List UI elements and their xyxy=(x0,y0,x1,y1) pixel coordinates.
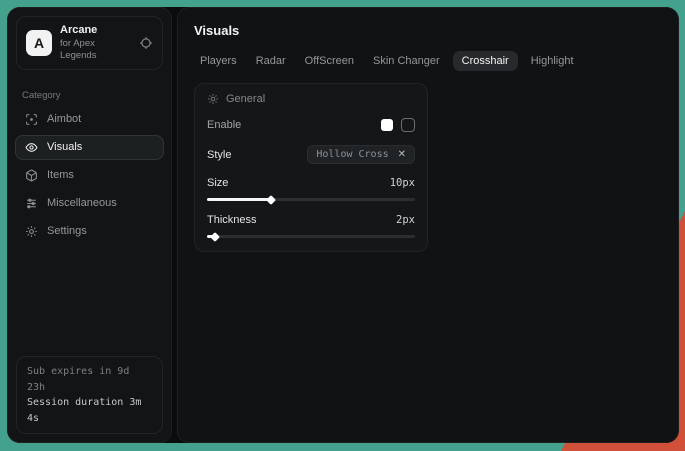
main-content: Visuals Players Radar OffScreen Skin Cha… xyxy=(177,7,679,443)
enable-label: Enable xyxy=(207,119,241,131)
thickness-value: 2px xyxy=(396,214,415,226)
size-value: 10px xyxy=(390,177,415,189)
brand-header: A Arcane for Apex Legends xyxy=(16,16,163,70)
size-slider[interactable] xyxy=(207,198,415,201)
aimbot-scan-icon xyxy=(25,113,38,126)
sidebar-item-miscellaneous[interactable]: Miscellaneous xyxy=(15,191,164,216)
style-selected-value: Hollow Cross xyxy=(316,149,388,160)
subscription-info: Sub expires in 9d 23h Session duration 3… xyxy=(16,356,163,434)
clear-style-icon[interactable]: ✕ xyxy=(398,150,406,160)
thickness-slider-thumb[interactable] xyxy=(210,232,220,242)
brand-logo: A xyxy=(26,30,52,56)
eye-icon xyxy=(25,141,38,154)
brand-subtitle: for Apex Legends xyxy=(60,38,131,62)
style-label: Style xyxy=(207,149,231,161)
category-label: Category xyxy=(22,90,157,101)
sidebar-nav: Aimbot Visuals Items xyxy=(8,107,171,244)
size-row: Size 10px xyxy=(207,177,415,189)
size-label: Size xyxy=(207,177,228,189)
sidebar-item-label: Visuals xyxy=(47,141,82,153)
page-title: Visuals xyxy=(194,23,662,38)
general-settings-icon xyxy=(207,93,219,105)
sidebar-item-label: Items xyxy=(47,169,74,181)
sidebar-item-label: Miscellaneous xyxy=(47,197,117,209)
sidebar-item-label: Settings xyxy=(47,225,87,237)
tab-highlight[interactable]: Highlight xyxy=(525,51,580,71)
sidebar: A Arcane for Apex Legends Category Aimbo… xyxy=(7,7,172,443)
sidebar-item-aimbot[interactable]: Aimbot xyxy=(15,107,164,132)
tab-skin-changer[interactable]: Skin Changer xyxy=(367,51,446,71)
app-window: A Arcane for Apex Legends Category Aimbo… xyxy=(7,7,679,443)
sub-expires-text: Sub expires in 9d 23h xyxy=(27,364,152,395)
tab-bar: Players Radar OffScreen Skin Changer Cro… xyxy=(194,51,662,71)
style-dropdown[interactable]: Hollow Cross ✕ xyxy=(307,145,415,164)
thickness-label: Thickness xyxy=(207,214,257,226)
sidebar-item-label: Aimbot xyxy=(47,113,81,125)
general-panel: General Enable Style Hollow Cross ✕ xyxy=(194,83,428,252)
tab-players[interactable]: Players xyxy=(194,51,243,71)
tab-radar[interactable]: Radar xyxy=(250,51,292,71)
enable-row: Enable xyxy=(207,118,415,132)
panel-title: General xyxy=(226,93,265,105)
sliders-icon xyxy=(25,197,38,210)
enable-checkbox[interactable] xyxy=(401,118,415,132)
crosshair-target-icon[interactable] xyxy=(139,36,153,50)
sidebar-item-settings[interactable]: Settings xyxy=(15,219,164,244)
gear-icon xyxy=(25,225,38,238)
session-duration-text: Session duration 3m 4s xyxy=(27,395,152,426)
brand-name: Arcane xyxy=(60,24,131,38)
sidebar-item-items[interactable]: Items xyxy=(15,163,164,188)
thickness-row: Thickness 2px xyxy=(207,214,415,226)
tab-crosshair[interactable]: Crosshair xyxy=(453,51,518,71)
style-row: Style Hollow Cross ✕ xyxy=(207,145,415,164)
thickness-slider[interactable] xyxy=(207,235,415,238)
tab-offscreen[interactable]: OffScreen xyxy=(299,51,360,71)
size-slider-thumb[interactable] xyxy=(267,195,277,205)
box-icon xyxy=(25,169,38,182)
sidebar-item-visuals[interactable]: Visuals xyxy=(15,135,164,160)
crosshair-color-swatch[interactable] xyxy=(381,119,393,131)
